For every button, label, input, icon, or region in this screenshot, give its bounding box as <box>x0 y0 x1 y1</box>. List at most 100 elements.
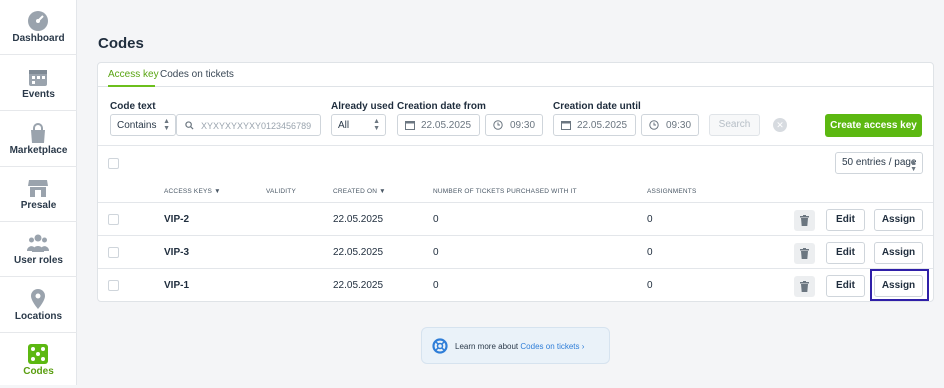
gauge-icon <box>28 11 48 31</box>
already-used-label: Already used <box>331 101 394 112</box>
bag-icon <box>31 123 45 143</box>
select-all-checkbox[interactable] <box>108 158 119 169</box>
already-used-value: All <box>338 120 350 131</box>
assign-button[interactable]: Assign <box>874 242 923 264</box>
column-header-tickets: NUMBER OF TICKETS PURCHASED WITH IT <box>433 188 577 195</box>
trash-icon <box>800 215 809 226</box>
active-tab-indicator <box>108 85 155 87</box>
time-until-input[interactable]: 09:30 <box>641 114 699 136</box>
edit-button[interactable]: Edit <box>826 242 865 264</box>
sidebar-item-codes[interactable]: Codes <box>0 333 77 388</box>
sort-down-icon: ▼ <box>214 188 221 195</box>
table-row: VIP-1 22.05.2025 0 0 Edit Assign <box>98 268 933 301</box>
calendar-icon <box>29 70 47 86</box>
sidebar: Dashboard Events Marketplace Presale Use… <box>0 0 77 385</box>
assignments-cell: 0 <box>647 214 653 225</box>
created-on-cell: 22.05.2025 <box>333 214 384 225</box>
delete-button[interactable] <box>794 210 815 231</box>
code-text-placeholder: XYXYXYXYXY0123456789 <box>201 121 312 131</box>
row-checkbox[interactable] <box>108 280 119 291</box>
sidebar-item-label: Locations <box>14 311 63 322</box>
date-until-value: 22.05.2025 <box>577 120 628 131</box>
sidebar-item-label: Events <box>22 89 55 100</box>
page-size-select[interactable]: 50 entries / page ▲ ▼ <box>835 152 923 174</box>
row-checkbox[interactable] <box>108 247 119 258</box>
code-text-label: Code text <box>110 101 156 112</box>
access-key-cell: VIP-3 <box>164 247 190 258</box>
clear-filters-icon[interactable]: ✕ <box>773 118 787 132</box>
clock-icon <box>649 120 659 130</box>
date-from-value: 22.05.2025 <box>421 120 472 131</box>
calendar-icon <box>561 121 571 130</box>
column-header-label: CREATED ON <box>333 188 378 195</box>
column-header-label: ACCESS KEYS <box>164 188 213 195</box>
trash-icon <box>800 248 809 259</box>
delete-button[interactable] <box>794 276 815 297</box>
time-until-value: 09:30 <box>666 120 692 131</box>
column-header-assignments: ASSIGNMENTS <box>647 188 697 195</box>
codes-on-tickets-link[interactable]: Codes on tickets <box>520 342 579 351</box>
divider <box>98 145 933 146</box>
sidebar-item-label: Dashboard <box>12 33 65 44</box>
assign-button[interactable]: Assign <box>874 209 923 231</box>
main-content: Codes Access key Codes on tickets Code t… <box>77 0 944 385</box>
help-text: Learn more about Codes on tickets › <box>455 342 584 351</box>
tickets-cell: 0 <box>433 280 439 291</box>
updown-icon: ▲ ▼ <box>163 118 170 132</box>
sidebar-item-presale[interactable]: Presale <box>0 167 77 222</box>
edit-button[interactable]: Edit <box>826 275 865 297</box>
access-key-cell: VIP-2 <box>164 214 190 225</box>
date-from-label: Creation date from <box>397 101 486 112</box>
map-pin-icon <box>31 289 45 309</box>
date-from-input[interactable]: 22.05.2025 <box>397 114 480 136</box>
updown-icon: ▲ ▼ <box>910 159 917 173</box>
tab-bar: Access key Codes on tickets <box>98 63 933 87</box>
tab-codes-on-tickets[interactable]: Codes on tickets <box>160 69 234 80</box>
tickets-cell: 0 <box>433 247 439 258</box>
created-on-cell: 22.05.2025 <box>333 247 384 258</box>
sidebar-item-marketplace[interactable]: Marketplace <box>0 112 77 167</box>
row-checkbox[interactable] <box>108 214 119 225</box>
trash-icon <box>800 281 809 292</box>
dice-icon <box>28 344 48 364</box>
sidebar-item-dashboard[interactable]: Dashboard <box>0 0 77 55</box>
code-text-mode-select[interactable]: Contains ▲ ▼ <box>110 114 176 136</box>
date-until-label: Creation date until <box>553 101 641 112</box>
date-until-input[interactable]: 22.05.2025 <box>553 114 636 136</box>
tab-access-key[interactable]: Access key <box>108 69 159 80</box>
column-header-created-on[interactable]: CREATED ON ▼ <box>333 188 386 195</box>
create-access-key-button[interactable]: Create access key <box>825 114 922 137</box>
column-header-validity: VALIDITY <box>266 188 297 195</box>
created-on-cell: 22.05.2025 <box>333 280 384 291</box>
sidebar-item-label: User roles <box>14 255 63 266</box>
sidebar-item-label: Presale <box>20 200 57 211</box>
edit-button[interactable]: Edit <box>826 209 865 231</box>
code-text-mode-value: Contains <box>117 120 157 131</box>
sidebar-item-locations[interactable]: Locations <box>0 278 77 333</box>
sidebar-item-label: Marketplace <box>9 145 68 156</box>
table-row: VIP-2 22.05.2025 0 0 Edit Assign <box>98 202 933 235</box>
users-icon <box>27 234 49 252</box>
sidebar-item-events[interactable]: Events <box>0 56 77 111</box>
page-title: Codes <box>98 35 144 52</box>
calendar-icon <box>405 121 415 130</box>
search-icon <box>185 121 194 130</box>
already-used-select[interactable]: All ▲ ▼ <box>331 114 386 136</box>
sidebar-item-label: Codes <box>23 366 54 377</box>
time-from-input[interactable]: 09:30 <box>485 114 543 136</box>
search-button[interactable]: Search <box>709 114 760 136</box>
code-text-input[interactable]: XYXYXYXYXY0123456789 <box>176 114 321 136</box>
store-icon <box>28 180 48 197</box>
delete-button[interactable] <box>794 243 815 264</box>
column-header-access-keys[interactable]: ACCESS KEYS ▼ <box>164 188 221 195</box>
sort-down-icon: ▼ <box>379 188 386 195</box>
chevron-right-icon: › <box>581 342 585 351</box>
table-row: VIP-3 22.05.2025 0 0 Edit Assign <box>98 235 933 268</box>
assign-focus-highlight <box>870 269 929 301</box>
tickets-cell: 0 <box>433 214 439 225</box>
help-banner: Learn more about Codes on tickets › <box>421 327 610 364</box>
codes-card: Access key Codes on tickets Code text Co… <box>97 62 934 302</box>
assignments-cell: 0 <box>647 247 653 258</box>
sidebar-item-user-roles[interactable]: User roles <box>0 222 77 277</box>
page-size-value: 50 entries / page <box>842 157 917 168</box>
